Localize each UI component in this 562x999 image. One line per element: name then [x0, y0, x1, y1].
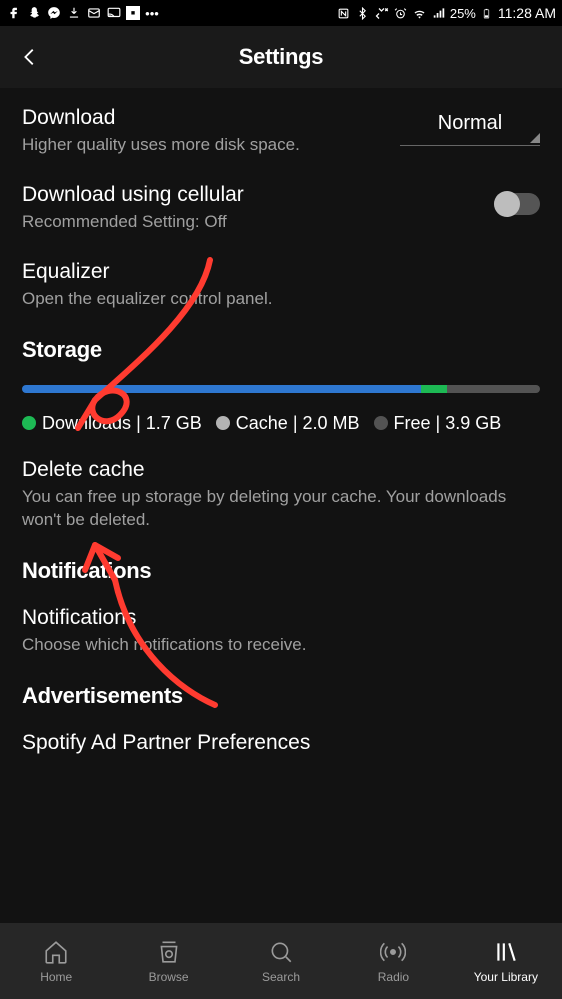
android-status-bar: ■ ••• 25% 11:28 AM [0, 0, 562, 26]
app-header: Settings [0, 26, 562, 88]
row-download-quality[interactable]: Download Higher quality uses more disk s… [22, 106, 540, 157]
legend-cache-label: Cache [236, 413, 288, 434]
battery-icon [479, 5, 495, 21]
snapchat-icon [26, 5, 42, 21]
radio-icon [379, 938, 407, 966]
nav-search-label: Search [262, 970, 300, 984]
download-quality-title: Download [22, 106, 388, 130]
alarm-icon [393, 5, 409, 21]
download-quality-dropdown[interactable]: Normal [400, 106, 540, 146]
status-left-icons: ■ ••• [6, 5, 160, 21]
nav-home[interactable]: Home [0, 938, 112, 984]
library-icon [492, 938, 520, 966]
bluetooth-icon [355, 5, 371, 21]
storage-bar-used [22, 385, 421, 393]
legend-free-label: Free [394, 413, 431, 434]
storage-usage-bar [22, 385, 540, 393]
dot-cache-icon [216, 416, 230, 430]
row-download-cellular[interactable]: Download using cellular Recommended Sett… [22, 183, 540, 234]
ad-prefs-title: Spotify Ad Partner Preferences [22, 731, 528, 755]
equalizer-title: Equalizer [22, 260, 528, 284]
storage-bar-downloads [421, 385, 447, 393]
dot-downloads-icon [22, 416, 36, 430]
nfc-icon [336, 5, 352, 21]
row-equalizer[interactable]: Equalizer Open the equalizer control pan… [22, 260, 540, 311]
nav-library[interactable]: Your Library [450, 938, 562, 984]
bottom-nav: Home Browse Search Radio Your Library [0, 923, 562, 999]
nav-browse[interactable]: Browse [112, 938, 224, 984]
more-notif-icon: ••• [144, 5, 160, 21]
legend-downloads-label: Downloads [42, 413, 131, 434]
facebook-icon [6, 5, 22, 21]
wifi-icon [412, 5, 428, 21]
home-icon [42, 938, 70, 966]
nav-library-label: Your Library [474, 970, 538, 984]
legend-downloads: Downloads | 1.7 GB [22, 413, 202, 434]
browse-icon [155, 938, 183, 966]
delete-cache-title: Delete cache [22, 458, 528, 482]
section-notifications: Notifications [22, 558, 540, 584]
battery-percent-label: 25% [450, 6, 476, 21]
storage-bar-free [447, 385, 540, 393]
cellular-subtitle: Recommended Setting: Off [22, 211, 482, 234]
nav-radio-label: Radio [378, 970, 409, 984]
row-delete-cache[interactable]: Delete cache You can free up storage by … [22, 458, 540, 532]
legend-free: Free | 3.9 GB [374, 413, 502, 434]
cellular-toggle[interactable] [494, 193, 540, 215]
cast-icon [106, 5, 122, 21]
delete-cache-subtitle: You can free up storage by deleting your… [22, 486, 528, 532]
row-notifications[interactable]: Notifications Choose which notifications… [22, 606, 540, 657]
clock-label: 11:28 AM [498, 5, 556, 21]
notifications-title: Notifications [22, 606, 528, 630]
signal-icon [431, 5, 447, 21]
legend-free-value: 3.9 GB [445, 413, 501, 434]
messenger-icon [46, 5, 62, 21]
back-button[interactable] [10, 37, 50, 77]
row-ad-partner-prefs[interactable]: Spotify Ad Partner Preferences [22, 731, 540, 759]
notifications-subtitle: Choose which notifications to receive. [22, 634, 528, 657]
nav-radio[interactable]: Radio [337, 938, 449, 984]
download-notif-icon [66, 5, 82, 21]
settings-content: Download Higher quality uses more disk s… [0, 88, 562, 759]
cellular-title: Download using cellular [22, 183, 482, 207]
section-storage: Storage [22, 337, 540, 363]
section-advertisements: Advertisements [22, 683, 540, 709]
legend-downloads-value: 1.7 GB [146, 413, 202, 434]
app-notif-icon: ■ [126, 6, 140, 20]
search-icon [267, 938, 295, 966]
equalizer-subtitle: Open the equalizer control panel. [22, 288, 528, 311]
legend-cache-value: 2.0 MB [303, 413, 360, 434]
nav-browse-label: Browse [149, 970, 189, 984]
nav-home-label: Home [40, 970, 72, 984]
vibrate-icon [374, 5, 390, 21]
dot-free-icon [374, 416, 388, 430]
legend-cache: Cache | 2.0 MB [216, 413, 360, 434]
outlook-icon [86, 5, 102, 21]
nav-search[interactable]: Search [225, 938, 337, 984]
download-quality-subtitle: Higher quality uses more disk space. [22, 134, 388, 157]
page-title: Settings [239, 44, 323, 70]
storage-legend: Downloads | 1.7 GB Cache | 2.0 MB Free |… [22, 413, 540, 434]
status-right-icons: 25% 11:28 AM [336, 5, 556, 21]
